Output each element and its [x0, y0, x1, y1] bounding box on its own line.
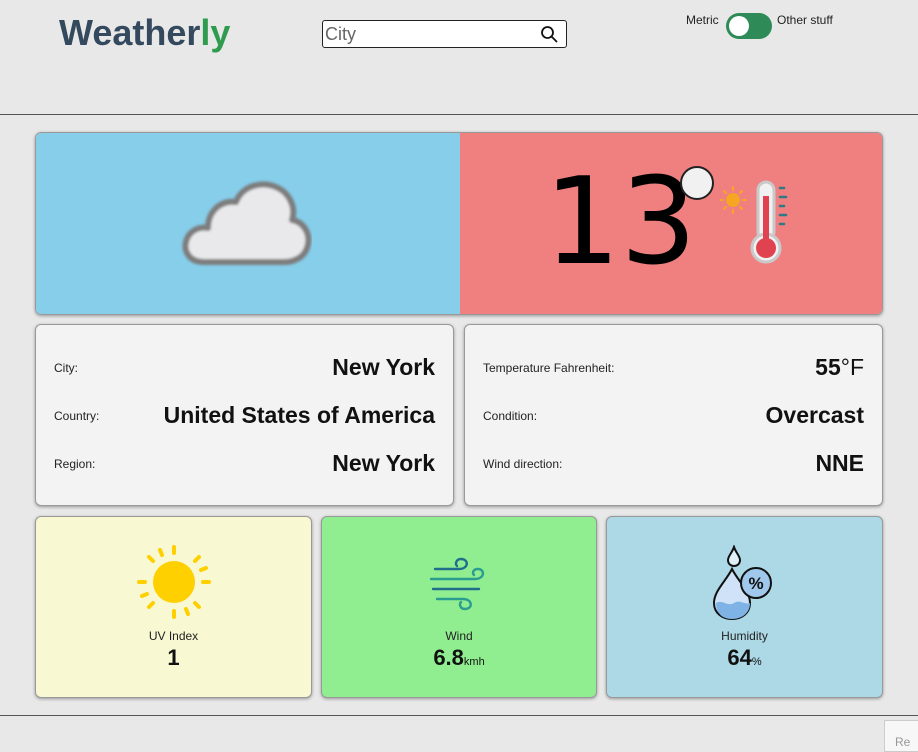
wind-value: 6.8 [433, 645, 464, 670]
metric-label: Metric [686, 13, 719, 27]
country-row: Country: United States of America [54, 399, 435, 429]
sun-icon [136, 545, 211, 619]
country-value: United States of America [163, 402, 435, 428]
city-label: City: [54, 361, 78, 375]
humidity-tile: % Humidity 64% [606, 516, 883, 698]
city-value: New York [332, 354, 435, 380]
temperature-value: 13 [544, 153, 697, 292]
wind-unit: kmh [463, 656, 485, 668]
fahrenheit-value: 55 [815, 354, 841, 380]
condition-value: Overcast [765, 402, 864, 428]
condition-panel [36, 133, 460, 314]
current-weather-panel: 13 [35, 132, 883, 315]
fahrenheit-label: Temperature Fahrenheit: [483, 361, 615, 375]
humidity-unit: % [751, 656, 762, 668]
search-icon[interactable] [540, 25, 558, 43]
footer-divider [0, 715, 918, 716]
logo: Weatherly [59, 12, 230, 54]
corner-widget[interactable]: Re [884, 720, 918, 752]
fahrenheit-value-group: 55°F [815, 354, 864, 381]
wind-icon [429, 557, 485, 611]
toggle-knob [729, 16, 749, 36]
corner-widget-text: Re [895, 735, 911, 749]
fahrenheit-row: Temperature Fahrenheit: 55°F [483, 351, 864, 381]
country-label: Country: [54, 409, 100, 423]
city-row: City: New York [54, 351, 435, 381]
condition-row: Condition: Overcast [483, 399, 864, 429]
header: Weatherly Metric Other stuff [0, 0, 918, 115]
city-search-input[interactable] [325, 23, 530, 45]
logo-main: Weather [59, 12, 201, 53]
logo-accent: ly [200, 12, 231, 53]
wind-value-group: 6.8kmh [322, 645, 596, 671]
region-label: Region: [54, 457, 96, 471]
uv-index-tile: UV Index 1 [35, 516, 312, 698]
search-box[interactable] [322, 20, 567, 48]
humidity-label: Humidity [721, 629, 768, 643]
svg-text:%: % [748, 574, 763, 593]
sun-icon [720, 186, 747, 214]
wind-tile: Wind 6.8kmh [321, 516, 597, 698]
fahrenheit-unit: °F [840, 354, 864, 380]
condition-label: Condition: [483, 409, 538, 423]
wind-direction-value: NNE [815, 450, 864, 476]
wind-direction-label: Wind direction: [483, 457, 563, 471]
region-row: Region: New York [54, 447, 435, 477]
uv-index-value: 1 [167, 645, 180, 670]
humidity-value-group: 64% [607, 645, 882, 671]
wind-direction-row: Wind direction: NNE [483, 447, 864, 477]
humidity-icon: % [712, 545, 772, 621]
uv-index-label: UV Index [148, 629, 199, 643]
location-card: City: New York Country: United States of… [35, 324, 454, 506]
humidity-value: 64 [727, 645, 752, 670]
temperature-panel: 13 [460, 133, 882, 314]
wind-label: Wind [445, 629, 473, 643]
thermometer-icon [720, 180, 788, 264]
units-toggle[interactable] [726, 13, 772, 39]
degree-symbol [680, 166, 714, 200]
details-card: Temperature Fahrenheit: 55°F Condition: … [464, 324, 883, 506]
other-stuff-label: Other stuff [777, 13, 833, 27]
region-value: New York [332, 450, 435, 476]
cloud-icon [182, 181, 312, 265]
